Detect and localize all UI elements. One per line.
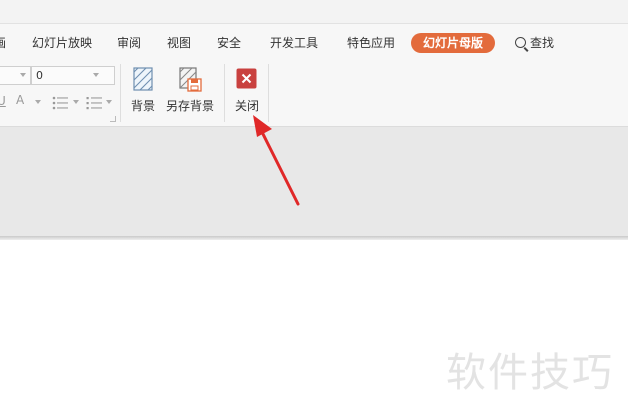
save-background-icon bbox=[179, 67, 203, 97]
chevron-down-icon[interactable] bbox=[106, 100, 112, 104]
font-name-dropdown[interactable] bbox=[0, 66, 31, 85]
background-icon bbox=[133, 67, 153, 95]
watermark-text: 软件技巧 bbox=[446, 350, 614, 396]
underline-icon[interactable]: U bbox=[0, 94, 6, 108]
close-icon bbox=[236, 68, 257, 93]
dialog-launcher-icon[interactable] bbox=[110, 116, 116, 122]
numbered-list-icon[interactable] bbox=[86, 95, 104, 110]
annotation-arrow-icon bbox=[253, 115, 300, 206]
tab-review[interactable]: 审阅 bbox=[117, 34, 141, 52]
tab-slideshow[interactable]: 幻灯片放映 bbox=[32, 34, 92, 52]
chevron-down-icon bbox=[20, 73, 26, 77]
tab-view[interactable]: 视图 bbox=[167, 34, 191, 52]
bullet-list-icon[interactable] bbox=[52, 95, 70, 110]
background-button[interactable]: 背景 bbox=[127, 65, 159, 117]
group-divider bbox=[224, 64, 225, 122]
chevron-down-icon[interactable] bbox=[73, 100, 79, 104]
tab-partial-drawing[interactable]: 画 bbox=[0, 34, 6, 52]
chevron-down-icon bbox=[93, 73, 99, 77]
tab-developer-tools[interactable]: 开发工具 bbox=[270, 34, 318, 52]
ribbon-toolbar: 0 U A 背景 另存背景 关闭 bbox=[0, 62, 628, 127]
font-color-icon[interactable]: A bbox=[16, 93, 24, 107]
search-icon[interactable] bbox=[515, 37, 526, 48]
menu-bar: 画 幻灯片放映 审阅 视图 安全 开发工具 特色应用 幻灯片母版 查找 bbox=[0, 24, 628, 62]
tab-slide-master[interactable]: 幻灯片母版 bbox=[411, 33, 496, 53]
tab-special-apps[interactable]: 特色应用 bbox=[347, 34, 395, 52]
font-size-value: 0 bbox=[36, 69, 43, 82]
save-background-button[interactable]: 另存背景 bbox=[164, 65, 218, 117]
save-background-label: 另存背景 bbox=[166, 99, 215, 113]
background-label: 背景 bbox=[131, 99, 156, 113]
chevron-down-icon[interactable] bbox=[35, 100, 41, 104]
group-divider bbox=[120, 64, 121, 122]
slide-workspace bbox=[0, 127, 628, 236]
tab-security[interactable]: 安全 bbox=[217, 34, 241, 52]
search-label[interactable]: 查找 bbox=[530, 34, 554, 52]
title-bar bbox=[0, 0, 628, 24]
font-size-dropdown[interactable]: 0 bbox=[31, 66, 115, 85]
